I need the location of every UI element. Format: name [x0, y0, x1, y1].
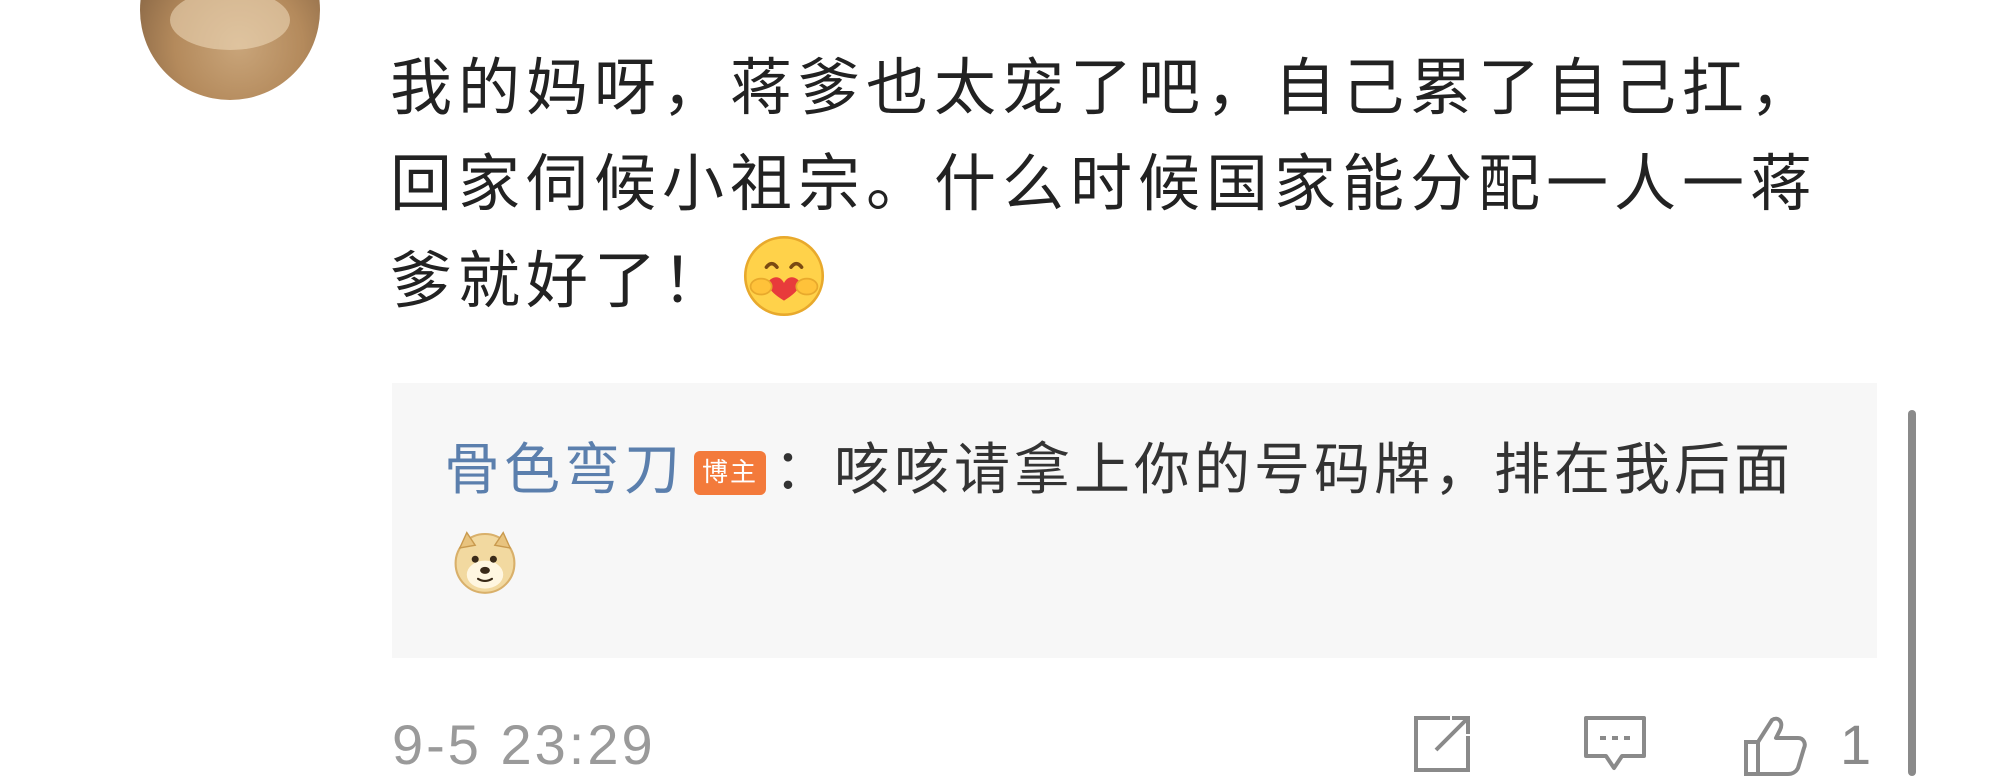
comment-body: 我的妈呀，蒋爹也太宠了吧，自己累了自己扛，回家伺候小祖宗。什么时候国家能分配一人…: [390, 40, 1850, 329]
share-icon[interactable]: [1410, 712, 1476, 776]
author-badge: 博主: [694, 451, 767, 495]
comment-icon[interactable]: [1580, 712, 1650, 776]
reply-content: 骨色弯刀 博主 ：咳咳请拿上你的号码牌，排在我后面: [444, 423, 1844, 615]
like-count: 1: [1840, 713, 1872, 776]
doge-emoji-icon: [454, 531, 516, 594]
reply-text: 咳咳请拿上你的号码牌，排在我后面: [834, 438, 1795, 503]
reply-username[interactable]: 骨色弯刀: [444, 438, 684, 503]
like-icon[interactable]: [1740, 712, 1810, 776]
timestamp: 9-5 23:29: [392, 713, 656, 776]
scrollbar[interactable]: [1908, 410, 1916, 776]
avatar[interactable]: [140, 0, 320, 100]
hug-emoji-icon: [743, 235, 825, 317]
reply-separator: ：: [774, 438, 835, 503]
comment-text: 我的妈呀，蒋爹也太宠了吧，自己累了自己扛，回家伺候小祖宗。什么时候国家能分配一人…: [390, 51, 1819, 317]
reply-box[interactable]: 骨色弯刀 博主 ：咳咳请拿上你的号码牌，排在我后面: [392, 383, 1877, 658]
